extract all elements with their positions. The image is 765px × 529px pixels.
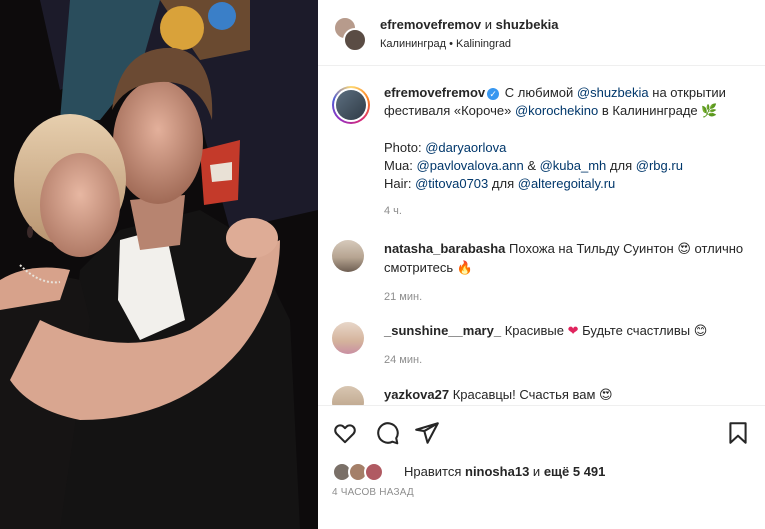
post-timestamp[interactable]: 4 ЧАСОВ НАЗАД: [332, 487, 414, 498]
caption-username-link[interactable]: efremovefremov: [384, 85, 485, 100]
post-header: efremovefremov и shuzbekia Калининград •…: [318, 0, 765, 66]
post-photo-image: [0, 0, 318, 529]
verified-badge-icon: ✓: [487, 88, 500, 100]
smile-emoji-icon: 😊: [693, 324, 708, 339]
avatar[interactable]: [364, 462, 384, 482]
collab-avatars[interactable]: [333, 16, 369, 52]
mention-link[interactable]: @alteregoitaly.ru: [518, 176, 616, 191]
credit-label: Hair:: [384, 176, 412, 191]
comment-text: natasha_barabasha Похожа на Тильду Суинт…: [384, 240, 756, 306]
avatar[interactable]: [332, 386, 364, 405]
comment-body: Красавцы! Счастья вам: [452, 387, 596, 402]
author-username-link[interactable]: efremovefremov: [380, 17, 481, 32]
post-caption: efremovefremov ✓ С любимой @shuzbekia на …: [332, 84, 752, 217]
avatar: [336, 90, 366, 120]
comments-scroll-area[interactable]: efremovefremov ✓ С любимой @shuzbekia на …: [318, 66, 765, 406]
credit-label: Mua:: [384, 158, 413, 173]
mention-link[interactable]: @korochekino: [515, 103, 598, 118]
comment-item: yazkova27 Красавцы! Счастья вам 😍: [332, 386, 752, 405]
caption-text: efremovefremov ✓ С любимой @shuzbekia на …: [384, 84, 756, 220]
avatar[interactable]: [332, 322, 364, 354]
post-action-bar: [318, 406, 765, 456]
post-photo[interactable]: [0, 0, 318, 529]
avatar[interactable]: [343, 28, 367, 52]
comment-text: yazkova27 Красавцы! Счастья вам 😍: [384, 386, 756, 405]
comment-username-link[interactable]: _sunshine__mary_: [384, 323, 501, 338]
heart-eyes-emoji-icon: 😍: [677, 242, 691, 257]
authors-connector: и: [484, 17, 493, 32]
liker-username-link[interactable]: ninosha13: [465, 464, 529, 479]
mention-link[interactable]: @pavlovalova.ann: [417, 158, 524, 173]
heart-emoji-icon: ❤: [567, 324, 579, 339]
comment-username-link[interactable]: yazkova27: [384, 387, 449, 402]
heart-outline-icon[interactable]: [332, 420, 358, 446]
caption-text-part: С любимой: [504, 85, 574, 100]
mention-link[interactable]: @rbg.ru: [636, 158, 683, 173]
instagram-post-modal: efremovefremov и shuzbekia Калининград •…: [0, 0, 765, 529]
likes-count-link[interactable]: ещё 5 491: [544, 464, 606, 479]
caption-text-part: для: [491, 176, 515, 191]
leaf-emoji-icon: 🌿: [701, 104, 718, 119]
comment-item: _sunshine__mary_ Красивые ❤ Будьте счаст…: [332, 322, 752, 366]
comment-body: Похожа на Тильду Суинтон: [509, 241, 674, 256]
mention-link[interactable]: @shuzbekia: [577, 85, 649, 100]
credit-label: Photo:: [384, 140, 422, 155]
comment-text: _sunshine__mary_ Красивые ❤ Будьте счаст…: [384, 322, 756, 369]
caption-text-part: в Калининграде: [601, 103, 698, 118]
heart-eyes-emoji-icon: 😍: [599, 388, 613, 403]
comment-username-link[interactable]: natasha_barabasha: [384, 241, 505, 256]
caption-text-part: для: [609, 158, 633, 173]
mention-link[interactable]: @daryaorlova: [425, 140, 506, 155]
comment-bubble-icon[interactable]: [374, 420, 400, 446]
post-authors: efremovefremov и shuzbekia: [380, 17, 559, 32]
paper-plane-icon[interactable]: [414, 420, 440, 446]
comment-item: natasha_barabasha Похожа на Тильду Суинт…: [332, 240, 752, 303]
bookmark-icon[interactable]: [725, 420, 751, 446]
coauthor-username-link[interactable]: shuzbekia: [496, 17, 559, 32]
likes-prefix: Нравится: [404, 464, 462, 479]
mention-link[interactable]: @kuba_mh: [540, 158, 607, 173]
comment-timestamp[interactable]: 24 мин.: [384, 351, 756, 369]
likes-connector: и: [532, 464, 541, 479]
caption-text-part: &: [527, 158, 536, 173]
avatar[interactable]: [332, 240, 364, 272]
mention-link[interactable]: @titova0703: [415, 176, 488, 191]
story-ring-avatar[interactable]: [332, 86, 370, 124]
likes-row: Нравится ninosha13 и ещё 5 491: [332, 459, 752, 485]
comment-body: Красивые: [504, 323, 564, 338]
location-link[interactable]: Калининград • Kaliningrad: [380, 38, 511, 50]
likes-text: Нравится ninosha13 и ещё 5 491: [404, 464, 605, 479]
post-side-panel: efremovefremov и shuzbekia Калининград •…: [318, 0, 765, 529]
caption-timestamp[interactable]: 4 ч.: [384, 205, 402, 217]
comment-timestamp[interactable]: 21 мин.: [384, 288, 756, 306]
fire-emoji-icon: 🔥: [456, 261, 473, 276]
comment-body: Будьте счастливы: [582, 323, 691, 338]
